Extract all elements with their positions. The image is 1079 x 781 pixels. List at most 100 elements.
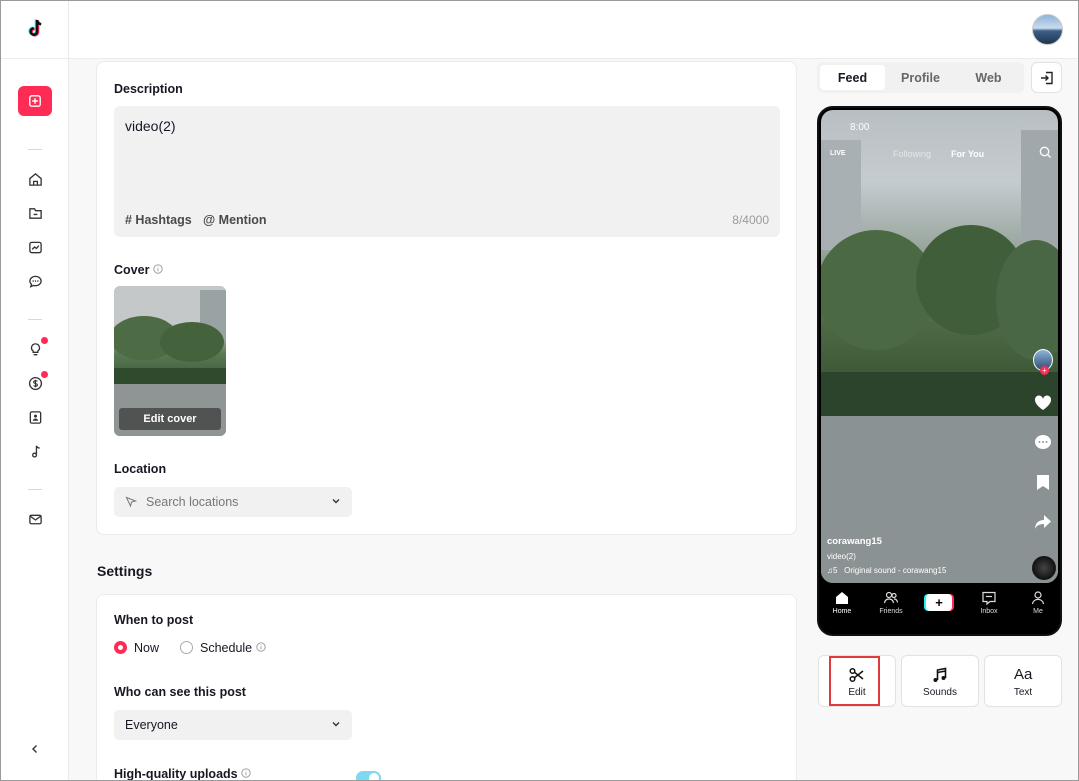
phone-nav-bar: Home Friends + Inbox Me: [819, 586, 1060, 634]
for-you-label: For You: [951, 149, 985, 159]
sound-disc-icon: [1032, 556, 1056, 580]
sidebar-item-sounds[interactable]: [25, 441, 45, 461]
nav-home: Home: [822, 590, 862, 615]
upload-button[interactable]: [18, 86, 52, 116]
chevron-left-icon: [32, 745, 37, 753]
app-window: Description video(2) # Hashtags @ Mentio…: [0, 0, 1079, 781]
collapse-sidebar-button[interactable]: [25, 739, 45, 759]
description-value: video(2): [125, 118, 176, 134]
dollar-icon: [28, 376, 42, 390]
settings-heading: Settings: [97, 563, 153, 579]
mention-button[interactable]: @ Mention: [203, 213, 267, 227]
description-label: Description: [114, 82, 183, 96]
nav-me-label: Me: [1033, 608, 1043, 615]
nav-me: Me: [1018, 590, 1058, 615]
description-input[interactable]: video(2) # Hashtags @ Mention 8/4000: [114, 106, 780, 237]
hq-uploads-toggle[interactable]: [356, 771, 381, 780]
text-tool-label: Text: [1013, 687, 1033, 698]
sidebar: [1, 1, 69, 780]
sidebar-item-comments[interactable]: [25, 271, 45, 291]
sidebar-item-home[interactable]: [25, 169, 45, 189]
location-placeholder: Search locations: [146, 495, 239, 509]
privacy-select[interactable]: Everyone: [114, 710, 352, 740]
privacy-value: Everyone: [125, 718, 178, 732]
video-caption: video(2): [827, 552, 856, 561]
home-icon: [28, 172, 42, 186]
cover-label: Cover: [114, 263, 163, 277]
top-bar: [69, 1, 1078, 59]
sound-prefix: ♫5: [827, 566, 838, 575]
profile-icon: [1031, 591, 1045, 605]
video-frame: [821, 130, 1058, 583]
hq-uploads-label-text: High-quality uploads: [114, 767, 238, 781]
now-label[interactable]: Now: [134, 641, 159, 655]
text-icon: Aa: [1014, 666, 1033, 683]
tab-web[interactable]: Web: [956, 65, 1021, 90]
search-icon: [1039, 146, 1052, 159]
creator-avatar: +: [1033, 349, 1053, 375]
live-label: LIVE: [830, 150, 846, 157]
sidebar-divider: [1, 58, 69, 59]
now-radio[interactable]: [114, 641, 127, 654]
inbox-icon: [982, 591, 996, 606]
settings-panel: When to post Now Schedule Who can see th…: [96, 594, 797, 781]
schedule-label-text: Schedule: [200, 641, 253, 655]
when-to-post-label: When to post: [114, 613, 194, 627]
location-label: Location: [114, 462, 167, 476]
plus-square-icon: [29, 95, 41, 107]
location-select[interactable]: Search locations: [114, 487, 352, 517]
info-icon[interactable]: [241, 768, 251, 778]
plus-icon: +: [926, 594, 952, 611]
hashtags-button[interactable]: # Hashtags: [125, 213, 192, 227]
music-icon: [31, 445, 40, 458]
folder-icon: [28, 207, 42, 219]
schedule-radio[interactable]: [180, 641, 193, 654]
tab-feed[interactable]: Feed: [820, 65, 885, 90]
nav-create: +: [919, 594, 959, 611]
sidebar-item-inspiration[interactable]: [25, 337, 48, 359]
sidebar-separator: [28, 149, 42, 150]
sounds-tool-label: Sounds: [923, 687, 957, 698]
friends-icon: [883, 591, 899, 604]
sidebar-item-academy[interactable]: [25, 407, 45, 427]
edit-cover-button[interactable]: Edit cover: [119, 408, 221, 430]
info-icon[interactable]: [255, 642, 266, 652]
exit-icon: [1040, 71, 1053, 84]
exit-preview-button[interactable]: [1031, 62, 1062, 93]
following-label: Following: [893, 149, 932, 159]
details-panel: Description video(2) # Hashtags @ Mentio…: [96, 61, 797, 535]
schedule-label[interactable]: Schedule: [200, 641, 266, 655]
location-arrow-icon: [125, 496, 137, 508]
comment-icon: [28, 275, 42, 288]
sidebar-item-analytics[interactable]: [25, 237, 45, 257]
bookmark-icon: [1033, 472, 1053, 492]
home-icon: [836, 592, 848, 604]
username: corawang15: [827, 536, 882, 547]
sidebar-item-feedback[interactable]: [25, 509, 45, 529]
character-counter: 8/4000: [732, 213, 769, 227]
phone-time: 8:00: [850, 122, 870, 133]
tab-profile[interactable]: Profile: [888, 65, 953, 90]
info-icon[interactable]: [153, 264, 163, 274]
tiktok-logo-icon[interactable]: [23, 17, 47, 41]
hq-uploads-label: High-quality uploads: [114, 767, 251, 781]
bulb-icon: [30, 342, 40, 355]
nav-friends-label: Friends: [879, 608, 903, 615]
sidebar-item-monetization[interactable]: [25, 371, 48, 393]
sidebar-item-posts[interactable]: [25, 203, 45, 223]
cover-thumbnail[interactable]: Edit cover: [114, 286, 226, 436]
chevron-down-icon: [332, 722, 340, 727]
avatar[interactable]: [1032, 14, 1063, 45]
comment-bubble-icon: [1033, 432, 1053, 452]
chevron-down-icon: [332, 499, 340, 504]
text-tool-button[interactable]: Aa Text: [984, 655, 1062, 707]
heart-icon: [1033, 393, 1053, 413]
share-icon: [1033, 512, 1053, 532]
cover-label-text: Cover: [114, 263, 150, 277]
sidebar-separator: [28, 319, 42, 320]
sounds-tool-button[interactable]: Sounds: [901, 655, 979, 707]
notification-dot: [41, 371, 48, 378]
highlight-box: [829, 656, 880, 706]
video-preview: 8:00 LIVE Following For You + corawang15…: [821, 110, 1058, 583]
nav-inbox-label: Inbox: [980, 608, 998, 615]
